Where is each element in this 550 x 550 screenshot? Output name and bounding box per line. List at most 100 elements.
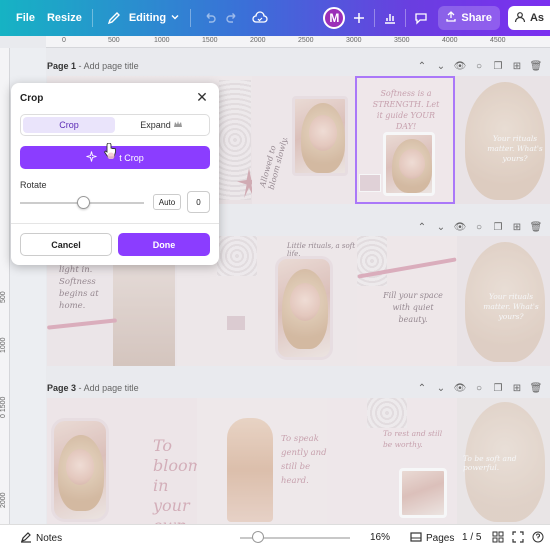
rotate-slider-thumb[interactable] <box>77 196 90 209</box>
cursor-hand-icon <box>101 142 117 165</box>
duplicate-icon[interactable]: ❐ <box>491 61 505 72</box>
page-number: Page 3 <box>47 383 77 393</box>
avatar-initial: M <box>329 11 340 25</box>
woman-dress-photo[interactable] <box>227 418 273 522</box>
design-panel[interactable]: To bloom in your own time... <box>47 398 203 524</box>
editing-mode-dropdown[interactable]: Editing <box>97 5 186 31</box>
cancel-button[interactable]: Cancel <box>20 233 112 256</box>
duplicate-icon[interactable]: ❐ <box>491 383 505 394</box>
chevron-down-icon <box>170 12 180 25</box>
cloud-save-icon[interactable] <box>249 7 271 29</box>
done-button[interactable]: Done <box>118 233 210 256</box>
add-page-icon[interactable]: ⊞ <box>510 61 524 72</box>
ribbon-decoration <box>47 318 118 330</box>
portrait-photo[interactable] <box>275 256 333 360</box>
chevron-up-icon[interactable]: ⌃ <box>415 383 429 394</box>
help-icon[interactable] <box>532 531 544 546</box>
add-page-title[interactable]: - Add page title <box>79 61 139 71</box>
design-panel[interactable]: Your rituals matter. What's yours? <box>457 236 550 366</box>
notes-button[interactable]: Notes <box>20 531 62 546</box>
ruler-tick: 3000 <box>346 37 362 44</box>
comment-icon[interactable] <box>410 7 432 29</box>
your-rituals-text: Your rituals matter. What's yours? <box>487 134 543 163</box>
ask-canva-button[interactable]: As <box>507 6 550 30</box>
add-page-icon[interactable]: ⊞ <box>510 383 524 394</box>
ruler-tick: 4500 <box>490 37 506 44</box>
fullscreen-icon[interactable] <box>512 531 524 546</box>
design-panel[interactable]: To rest and still be worthy. <box>327 398 457 524</box>
chevron-up-icon[interactable]: ⌃ <box>415 61 429 72</box>
chevron-up-icon[interactable]: ⌃ <box>415 222 429 233</box>
page-count: 1 / 5 <box>462 532 482 543</box>
resize-label: Resize <box>46 12 82 24</box>
smart-crop-label: t Crop <box>119 152 144 163</box>
portrait-photo[interactable] <box>383 132 435 196</box>
add-collaborator-icon[interactable] <box>348 7 370 29</box>
pencil-icon <box>103 7 125 29</box>
file-menu[interactable]: File <box>10 5 41 31</box>
portrait-photo[interactable] <box>292 96 348 176</box>
zoom-slider-thumb[interactable] <box>252 531 264 543</box>
lock-icon[interactable]: ○ <box>472 222 486 233</box>
tab-expand[interactable]: Expand <box>115 117 207 133</box>
chevron-down-icon[interactable]: ⌄ <box>434 61 448 72</box>
design-panel[interactable]: Your rituals matter. What's yours? <box>455 76 550 204</box>
add-page-icon[interactable]: ⊞ <box>510 222 524 233</box>
undo-icon[interactable] <box>199 7 221 29</box>
eye-icon[interactable]: 👁 <box>453 222 467 233</box>
lock-icon[interactable]: ○ <box>472 383 486 394</box>
pages-icon <box>410 531 422 546</box>
chevron-down-icon[interactable]: ⌄ <box>434 383 448 394</box>
ruler-tick: 1500 <box>202 37 218 44</box>
toolbar-divider <box>190 9 192 27</box>
baby-photo[interactable] <box>399 468 447 518</box>
eye-icon[interactable]: 👁 <box>453 383 467 394</box>
close-icon[interactable]: ✕ <box>194 89 210 105</box>
ask-label: As <box>529 12 544 24</box>
portrait-photo[interactable] <box>51 418 109 522</box>
upload-icon <box>446 11 457 25</box>
trash-icon[interactable]: 🗑 <box>529 383 543 394</box>
avatar[interactable]: M <box>323 7 346 29</box>
ruler-tick: 1000 <box>154 37 170 44</box>
zoom-percentage[interactable]: 16% <box>370 532 390 543</box>
resize-button[interactable]: Resize <box>41 5 88 31</box>
pages-button[interactable]: Pages <box>410 531 454 546</box>
add-page-title[interactable]: - Add page title <box>79 383 139 393</box>
design-panel[interactable]: Fill your space with quiet beauty. <box>357 236 457 366</box>
redo-icon[interactable] <box>221 7 243 29</box>
smart-crop-button[interactable]: t Crop <box>20 142 210 169</box>
fill-your-space-text: Fill your space with quiet beauty. <box>383 291 443 324</box>
rotate-degree-input[interactable]: 0 <box>187 191 210 213</box>
rotate-label: Rotate <box>20 180 47 190</box>
design-panel[interactable]: Allowed to bloom slowly. <box>252 76 355 204</box>
auto-rotate-button[interactable]: Auto <box>153 194 181 210</box>
chevron-down-icon[interactable]: ⌄ <box>434 222 448 233</box>
insights-chart-icon[interactable] <box>379 7 401 29</box>
trash-icon[interactable]: 🗑 <box>529 61 543 72</box>
page-3-label: Page 3 - Add page title <box>47 383 139 393</box>
design-panel[interactable]: To speak gently and still be heard. <box>197 398 327 524</box>
ruler-tick: 2000 <box>250 37 266 44</box>
crown-icon <box>173 120 182 130</box>
duplicate-icon[interactable]: ❐ <box>491 222 505 233</box>
page-3-canvas[interactable]: To bloom in your own time... To speak ge… <box>47 398 550 524</box>
eye-icon[interactable]: 👁 <box>453 61 467 72</box>
lace-decoration <box>357 236 387 286</box>
share-label: Share <box>461 12 492 24</box>
sparkle-icon <box>86 151 97 164</box>
design-panel[interactable]: Softness is a STRENGTH. Let it guide YOU… <box>355 76 455 204</box>
grid-view-icon[interactable] <box>492 531 504 546</box>
page-3-tools: ⌃ ⌄ 👁 ○ ❐ ⊞ 🗑 <box>415 383 550 394</box>
to-bloom-text: To bloom in your own time... <box>153 436 203 524</box>
lock-icon[interactable]: ○ <box>472 61 486 72</box>
page-number: Page 1 <box>47 61 77 71</box>
trash-icon[interactable]: 🗑 <box>529 222 543 233</box>
envelope-graphic <box>359 174 381 192</box>
share-button[interactable]: Share <box>438 6 500 30</box>
top-toolbar: File Resize Editing M Share As <box>0 0 550 36</box>
design-panel[interactable]: To be soft and powerful. <box>457 398 550 524</box>
tab-crop[interactable]: Crop <box>23 117 115 133</box>
ruler-tick: 4000 <box>442 37 458 44</box>
your-rituals-text: Your rituals matter. What's yours? <box>483 292 539 321</box>
